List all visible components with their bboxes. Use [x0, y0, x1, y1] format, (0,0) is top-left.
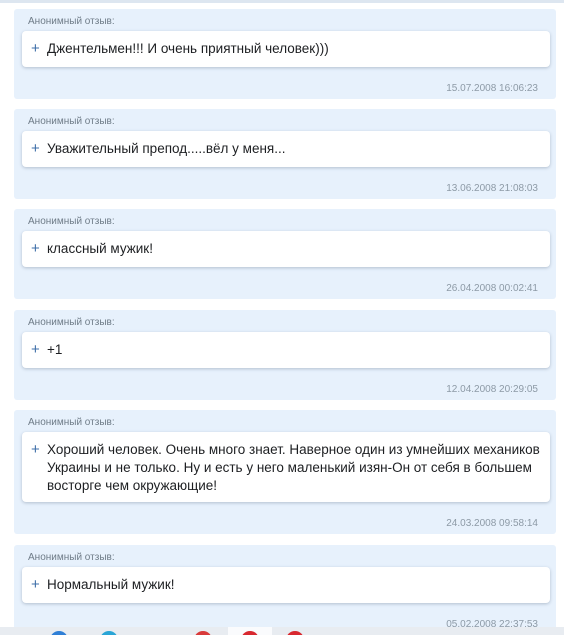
telegram-app-icon[interactable] — [100, 631, 118, 635]
review-author-label: Анонимный отзыв: — [28, 116, 115, 127]
review-text: классный мужик! — [47, 241, 153, 256]
top-divider — [0, 0, 564, 3]
review-text-bubble: + Уважительный препод.....вёл у меня... — [22, 131, 550, 167]
expand-plus-icon[interactable]: + — [31, 140, 40, 158]
expand-plus-icon[interactable]: + — [31, 341, 40, 359]
review-author-label: Анонимный отзыв: — [28, 317, 115, 328]
review-author-label: Анонимный отзыв: — [28, 552, 115, 563]
review-date: 26.04.2008 00:02:41 — [446, 283, 538, 294]
review-text: +1 — [47, 342, 63, 357]
review-card: Анонимный отзыв: + Джентельмен!!! И очен… — [14, 9, 556, 99]
review-card: Анонимный отзыв: + Уважительный препод..… — [14, 109, 556, 199]
expand-plus-icon[interactable]: + — [31, 441, 40, 459]
review-card: Анонимный отзыв: + классный мужик! 26.04… — [14, 209, 556, 299]
browser-app-icon[interactable] — [50, 631, 68, 635]
red-app-icon[interactable] — [194, 631, 212, 635]
review-date: 24.03.2008 09:58:14 — [446, 518, 538, 529]
review-text-bubble: + Хороший человек. Очень много знает. На… — [22, 432, 550, 502]
review-text-bubble: + классный мужик! — [22, 231, 550, 267]
review-author-label: Анонимный отзыв: — [28, 16, 115, 27]
review-date: 13.06.2008 21:08:03 — [446, 183, 538, 194]
review-text: Джентельмен!!! И очень приятный человек)… — [47, 41, 329, 56]
review-date: 12.04.2008 20:29:05 — [446, 384, 538, 395]
review-card: Анонимный отзыв: + Хороший человек. Очен… — [14, 410, 556, 534]
review-text-bubble: + Нормальный мужик! — [22, 567, 550, 603]
review-text: Нормальный мужик! — [47, 577, 175, 592]
review-author-label: Анонимный отзыв: — [28, 417, 115, 428]
expand-plus-icon[interactable]: + — [31, 576, 40, 594]
review-text: Хороший человек. Очень много знает. Наве… — [47, 442, 540, 493]
review-card: Анонимный отзыв: + +1 12.04.2008 20:29:0… — [14, 310, 556, 400]
review-card: Анонимный отзыв: + Нормальный мужик! 05.… — [14, 545, 556, 635]
review-text-bubble: + Джентельмен!!! И очень приятный челове… — [22, 31, 550, 67]
review-author-label: Анонимный отзыв: — [28, 216, 115, 227]
pinned-app-icon[interactable] — [286, 631, 304, 635]
review-date: 15.07.2008 16:06:23 — [446, 83, 538, 94]
expand-plus-icon[interactable]: + — [31, 240, 40, 258]
taskbar — [0, 627, 564, 635]
expand-plus-icon[interactable]: + — [31, 40, 40, 58]
review-text-bubble: + +1 — [22, 332, 550, 368]
review-text: Уважительный препод.....вёл у меня... — [47, 141, 286, 156]
